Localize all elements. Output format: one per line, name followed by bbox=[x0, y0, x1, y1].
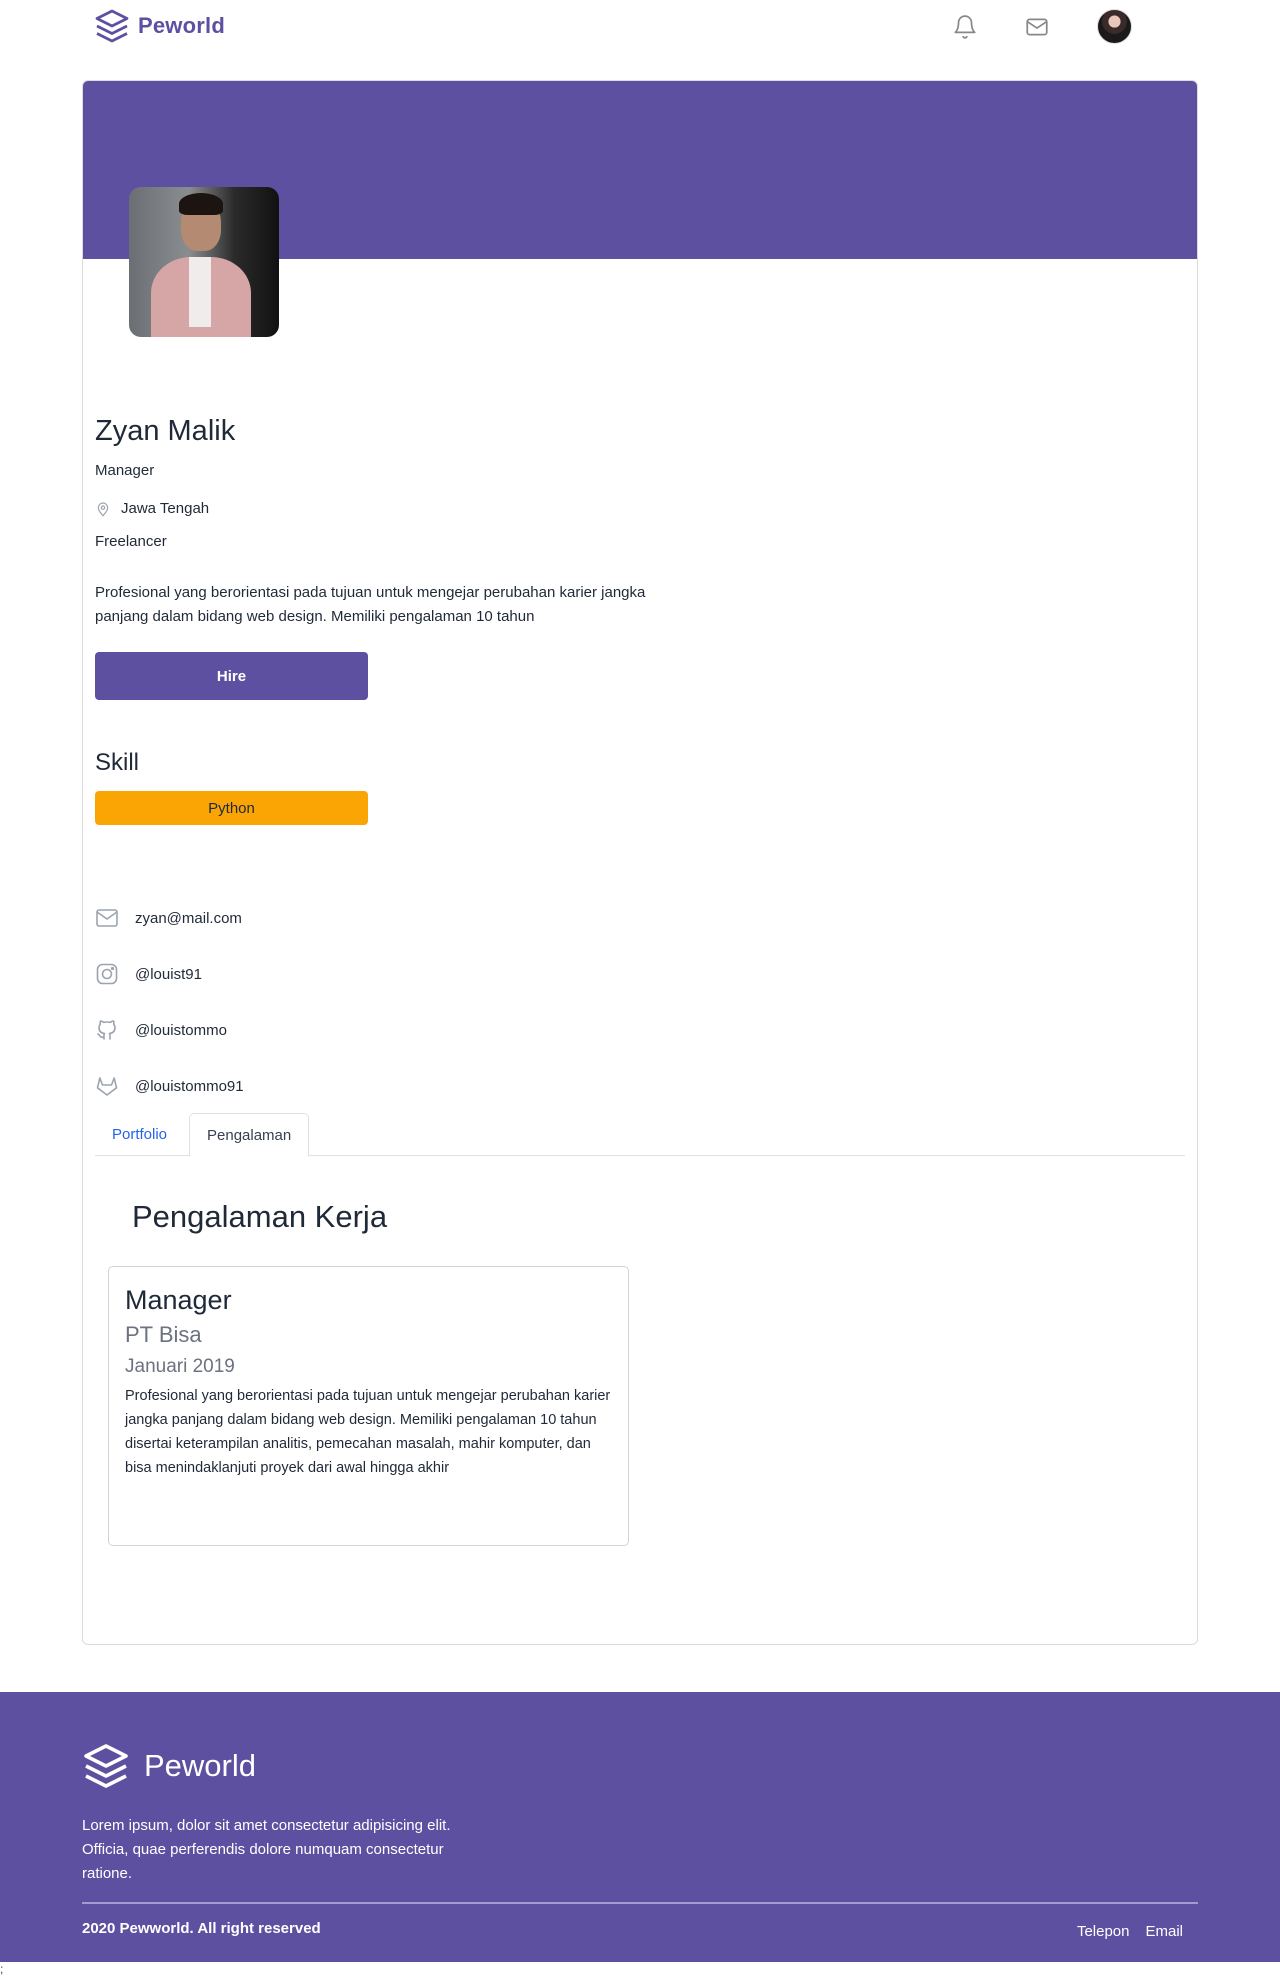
experience-card: Manager PT Bisa Januari 2019 Profesional… bbox=[108, 1266, 629, 1546]
experience-company: PT Bisa bbox=[125, 1322, 202, 1347]
footer-copyright: 2020 Pewworld. All right reserved bbox=[82, 1920, 321, 1937]
stray-text: ; bbox=[0, 1962, 4, 1976]
footer-divider bbox=[82, 1902, 1198, 1904]
footer-description: Lorem ipsum, dolor sit amet consectetur … bbox=[82, 1817, 451, 1882]
profile-card: Zyan Malik Manager Jawa Tengah Freelance… bbox=[82, 80, 1198, 1645]
map-pin-icon bbox=[97, 501, 109, 517]
footer-brand: Peworld bbox=[82, 1742, 256, 1790]
avatar[interactable] bbox=[1097, 9, 1132, 44]
nav-brand-text: Peworld bbox=[138, 13, 225, 38]
github-icon bbox=[97, 1020, 116, 1040]
profile-tabs: Portfolio Pengalaman bbox=[95, 1113, 1185, 1157]
footer: Peworld Lorem ipsum, dolor sit amet cons… bbox=[0, 1692, 1280, 1962]
navbar: Peworld bbox=[0, 0, 1280, 52]
profile-name: Zyan Malik bbox=[95, 415, 236, 447]
experience-heading: Pengalaman Kerja bbox=[132, 1199, 388, 1234]
skill-title: Skill bbox=[95, 749, 140, 776]
profile-photo bbox=[129, 187, 279, 337]
contact-email-text: zyan@mail.com bbox=[135, 909, 242, 927]
mail-icon[interactable] bbox=[1024, 14, 1050, 40]
contact-gitlab[interactable]: @louistommo91 bbox=[95, 1074, 244, 1098]
skill-badge: Python bbox=[95, 791, 368, 825]
profile-description: Profesional yang berorientasi pada tujua… bbox=[95, 584, 646, 625]
nav-brand[interactable]: Peworld bbox=[94, 8, 225, 44]
hire-button[interactable]: Hire bbox=[95, 652, 368, 700]
gitlab-icon bbox=[96, 1077, 118, 1096]
contact-github-text: @louistommo bbox=[135, 1021, 227, 1039]
profile-job: Manager bbox=[95, 462, 155, 479]
experience-position: Manager bbox=[125, 1285, 232, 1315]
contact-instagram-text: @louist91 bbox=[135, 965, 202, 983]
contact-email[interactable]: zyan@mail.com bbox=[95, 906, 242, 930]
contact-gitlab-text: @louistommo91 bbox=[135, 1077, 244, 1095]
mail-icon bbox=[96, 909, 118, 927]
footer-link-email[interactable]: Email bbox=[1145, 1923, 1183, 1940]
footer-links: Telepon Email bbox=[1077, 1923, 1183, 1940]
tab-pengalaman[interactable]: Pengalaman bbox=[189, 1113, 310, 1157]
tab-portfolio[interactable]: Portfolio bbox=[95, 1113, 184, 1156]
layers-logo-icon bbox=[95, 9, 129, 43]
layers-logo-icon bbox=[84, 1744, 128, 1788]
footer-link-telepon[interactable]: Telepon bbox=[1077, 1923, 1130, 1940]
experience-description: Profesional yang berorientasi pada tujua… bbox=[125, 1388, 611, 1476]
profile-work-type: Freelancer bbox=[95, 533, 167, 550]
contact-instagram[interactable]: @louist91 bbox=[95, 962, 202, 986]
footer-brand-text: Peworld bbox=[144, 1748, 256, 1783]
profile-location: Jawa Tengah bbox=[95, 500, 209, 517]
bell-icon[interactable] bbox=[952, 14, 978, 40]
contact-github[interactable]: @louistommo bbox=[95, 1018, 227, 1042]
instagram-icon bbox=[96, 963, 118, 985]
experience-date: Januari 2019 bbox=[125, 1356, 235, 1377]
profile-location-text: Jawa Tengah bbox=[121, 500, 210, 517]
